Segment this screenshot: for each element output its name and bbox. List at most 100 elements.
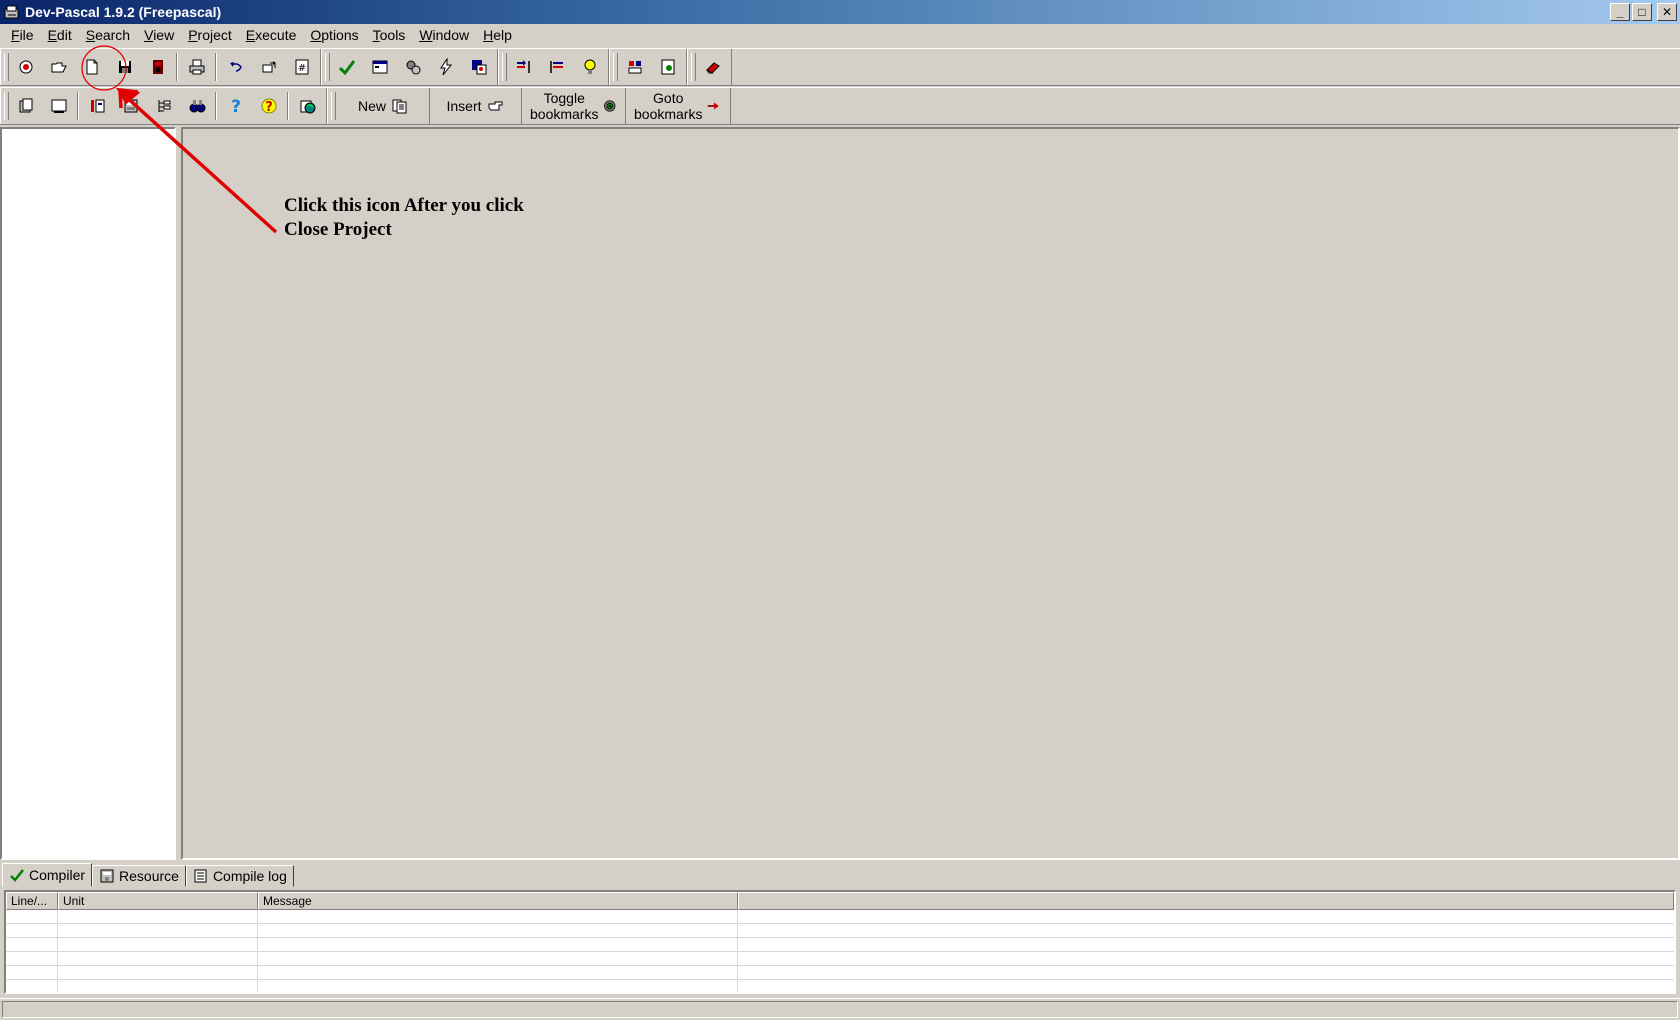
column-header-extra[interactable] [738,892,1674,910]
table-cell [6,924,58,937]
compile-run-button[interactable] [396,51,429,83]
find-button[interactable] [180,90,213,122]
table-row[interactable] [6,938,1674,952]
menu-project[interactable]: Project [181,25,239,45]
menu-help[interactable]: Help [476,25,519,45]
new-dropdown-button[interactable]: New [338,88,430,124]
window-icon [51,99,66,113]
table-cell [258,980,738,992]
table-cell [6,910,58,923]
menu-search[interactable]: Search [79,25,137,45]
menu-label-rest: iew [153,27,175,43]
maximize-button[interactable]: □ [1632,3,1652,21]
menu-label-rest: dit [56,27,72,43]
table-row[interactable] [6,966,1674,980]
toolbar-separator [77,92,79,120]
table-row[interactable] [6,980,1674,992]
menu-options[interactable]: Options [303,25,365,45]
menu-accelerator: P [188,27,198,43]
table-row[interactable] [6,910,1674,924]
globe-icon [300,100,315,114]
context-help-button[interactable]: ? [252,90,285,122]
toolbars-button[interactable] [42,90,75,122]
tree-view-button[interactable] [147,90,180,122]
environment-options-button[interactable] [651,51,684,83]
tab-compile-log[interactable]: Compile log [185,865,294,887]
redo-button[interactable] [252,51,285,83]
eraser-icon [705,62,720,74]
help-icon: ? [231,97,241,115]
toolbar-insert-group: New Insert Toggle bookmarks Goto bookmar… [327,88,731,124]
column-header-unit[interactable]: Unit [58,892,258,910]
tab-resource[interactable]: Resource [92,865,186,887]
lightbulb-icon [584,59,595,74]
resource-button[interactable] [114,90,147,122]
log-icon [194,869,207,883]
undo-button[interactable] [219,51,252,83]
menu-edit[interactable]: Edit [41,25,79,45]
insert-dropdown-button[interactable]: Insert [430,88,522,124]
menu-file[interactable]: File [4,25,41,45]
toggle-bookmarks-line2: bookmarks [530,106,599,122]
table-cell [58,966,258,979]
undo-icon [229,62,242,72]
target-icon [604,100,616,112]
binoculars-icon [189,100,205,113]
svg-text:?: ? [265,100,273,115]
compiler-messages-list[interactable]: Line/... Unit Message [4,890,1676,994]
column-header-line[interactable]: Line/... [6,892,58,910]
table-row[interactable] [6,952,1674,966]
table-row[interactable] [6,924,1674,938]
arrow-right-icon [708,102,720,110]
menu-tools[interactable]: Tools [366,25,413,45]
toolbar-tools-group [609,49,687,85]
toolbar-separator [287,92,289,120]
menu-accelerator: V [144,27,154,43]
menu-window[interactable]: Window [412,25,476,45]
menu-view[interactable]: View [137,25,181,45]
editor-options-button[interactable] [696,51,729,83]
goto-bookmarks-label: Goto bookmarks [634,90,702,122]
annotation-text: Click this icon After you click Close Pr… [284,194,524,242]
run-button[interactable] [363,51,396,83]
menu-execute[interactable]: Execute [239,25,304,45]
project-manager-button[interactable] [9,90,42,122]
project-options-button[interactable] [573,51,606,83]
title-bar: Dev-Pascal 1.9.2 (Freepascal) _ □ ✕ [0,0,1680,24]
toolbar-separator [215,53,217,81]
close-project-button[interactable] [9,51,42,83]
menu-accelerator: E [47,27,57,43]
add-to-project-button[interactable] [507,51,540,83]
menu-label-rest: earch [95,27,131,43]
goto-line-button[interactable]: # [285,51,318,83]
save-button[interactable] [108,51,141,83]
menu-accelerator: T [372,27,380,43]
new-file-button[interactable] [75,51,108,83]
tab-compiler[interactable]: Compiler [2,863,93,887]
goto-bookmarks-button[interactable]: Goto bookmarks [626,88,728,124]
project-browser-panel[interactable] [0,127,176,860]
remove-from-project-icon [549,61,563,73]
toggle-bookmarks-button[interactable]: Toggle bookmarks [522,88,626,124]
remove-from-project-button[interactable] [540,51,573,83]
class-browser-button[interactable] [81,90,114,122]
compile-button[interactable] [330,51,363,83]
help-button[interactable]: ? [219,90,252,122]
output-tabs: Compiler Resource Compile log [2,863,294,887]
toolbar-view-group: ? ? [0,88,327,124]
minimize-button[interactable]: _ [1610,3,1630,21]
save-all-button[interactable] [141,51,174,83]
menu-label-rest: elp [493,27,512,43]
debug-button[interactable] [462,51,495,83]
column-header-message[interactable]: Message [258,892,738,910]
check-icon [338,60,355,76]
table-cell [58,924,258,937]
open-button[interactable] [42,51,75,83]
rebuild-all-button[interactable] [429,51,462,83]
close-button[interactable]: ✕ [1657,3,1677,21]
web-update-button[interactable] [291,90,324,122]
compiler-options-button[interactable] [618,51,651,83]
print-button[interactable] [180,51,213,83]
context-help-icon: ? [261,98,276,115]
table-cell [6,938,58,951]
